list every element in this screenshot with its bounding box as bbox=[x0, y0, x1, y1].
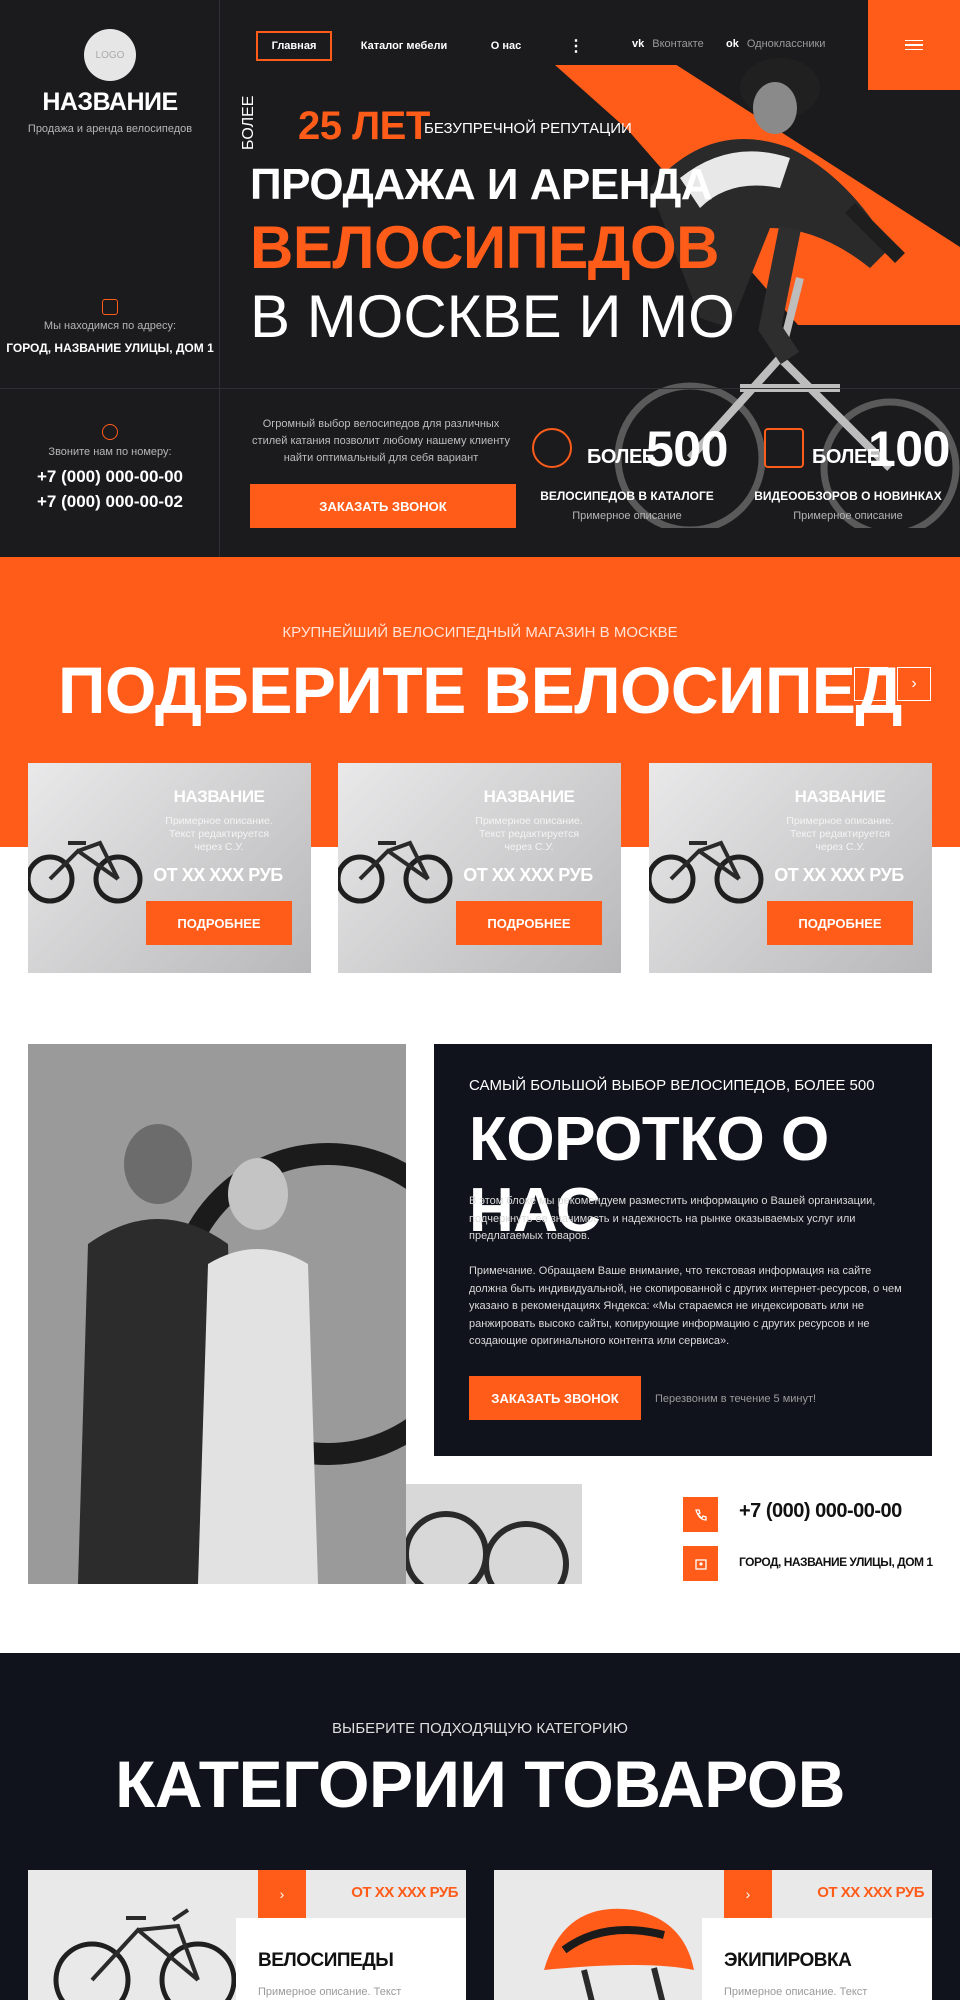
ok-icon: ok bbox=[726, 38, 739, 50]
categories-pretitle: ВЫБЕРИТЕ ПОДХОДЯЩУЮ КАТЕГОРИЮ bbox=[332, 1720, 628, 1737]
stat-pre: БОЛЕЕ bbox=[587, 446, 655, 468]
burger-icon bbox=[905, 40, 923, 50]
about-pretitle: САМЫЙ БОЛЬШОЙ ВЫБОР ВЕЛОСИПЕДОВ, БОЛЕЕ 5… bbox=[469, 1077, 875, 1094]
video-icon bbox=[764, 428, 804, 468]
pick-pretitle: КРУПНЕЙШИЙ ВЕЛОСИПЕДНЫЙ МАГАЗИН В МОСКВЕ bbox=[282, 624, 678, 641]
category-arrow-button[interactable]: › bbox=[724, 1870, 772, 1918]
details-button[interactable]: ПОДРОБНЕЕ bbox=[146, 901, 292, 945]
phone-icon bbox=[102, 424, 118, 440]
hero-section: LOGO НАЗВАНИЕ Продажа и аренда велосипед… bbox=[0, 0, 960, 557]
map-icon bbox=[683, 1546, 718, 1581]
category-card[interactable]: › ОТ ХХ ХХХ РУБ ВЕЛОСИПЕДЫ Примерное опи… bbox=[28, 1870, 466, 2000]
about-paragraph-1: В этом блоке мы рекомендуем разместить и… bbox=[469, 1195, 876, 1242]
bike-card: НАЗВАНИЕ Примерное описание. Текст редак… bbox=[649, 763, 932, 973]
social-vk-label: Вконтакте bbox=[652, 38, 704, 50]
card-title: НАЗВАНИЕ bbox=[483, 787, 575, 806]
helmet-image bbox=[544, 1908, 694, 2000]
stat-title: ВЕЛОСИПЕДОВ В КАТАЛОГЕ bbox=[540, 489, 714, 503]
category-description: Примерное описание. Текст bbox=[258, 1986, 402, 1998]
nav-catalog[interactable]: Каталог мебели bbox=[356, 31, 452, 61]
category-arrow-button[interactable]: › bbox=[258, 1870, 306, 1918]
address-value: ГОРОД, НАЗВАНИЕ УЛИЦЫ, ДОМ 1 bbox=[6, 341, 214, 355]
more-menu-icon[interactable]: ⋮ bbox=[566, 31, 586, 61]
details-button[interactable]: ПОДРОБНЕЕ bbox=[767, 901, 913, 945]
card-description: Примерное описание. Текст редактируется … bbox=[475, 815, 583, 853]
logo[interactable]: LOGO bbox=[84, 29, 136, 81]
card-price: ОТ ХХ ХХХ РУБ bbox=[153, 865, 283, 885]
card-description: Примерное описание. Текст редактируется … bbox=[165, 815, 273, 853]
phone-number-2[interactable]: +7 (000) 000-00-02 bbox=[0, 492, 220, 512]
about-order-call-button[interactable]: ЗАКАЗАТЬ ЗВОНОК bbox=[469, 1376, 641, 1420]
social-ok-link[interactable]: ok Одноклассники bbox=[726, 38, 825, 50]
slider-prev-button[interactable]: ‹ bbox=[854, 667, 888, 701]
menu-button[interactable] bbox=[868, 0, 960, 90]
category-card[interactable]: › ОТ ХХ ХХХ РУБ ЭКИПИРОВКА Примерное опи… bbox=[494, 1870, 932, 2000]
categories-title: КАТЕГОРИИ ТОВАРОВ bbox=[115, 1747, 845, 1821]
card-price: ОТ ХХ ХХХ РУБ bbox=[463, 865, 593, 885]
order-call-button[interactable]: ЗАКАЗАТЬ ЗВОНОК bbox=[250, 484, 516, 528]
about-paragraph-2: Примечание. Обращаем Ваше внимание, что … bbox=[469, 1265, 902, 1347]
bike-card: НАЗВАНИЕ Примерное описание. Текст редак… bbox=[338, 763, 621, 973]
card-title: НАЗВАНИЕ bbox=[794, 787, 886, 806]
stat-description: Примерное описание bbox=[793, 510, 903, 522]
brand-name: НАЗВАНИЕ bbox=[42, 88, 178, 116]
pick-title: ПОДБЕРИТЕ ВЕЛОСИПЕД bbox=[58, 653, 902, 727]
hero-divider bbox=[0, 388, 960, 389]
bike-image bbox=[649, 840, 764, 904]
phone-number-1[interactable]: +7 (000) 000-00-00 bbox=[0, 467, 220, 487]
category-name: ЭКИПИРОВКА bbox=[724, 1950, 852, 1971]
bike-image bbox=[338, 840, 453, 904]
callback-note: Перезвоним в течение 5 минут! bbox=[655, 1393, 817, 1405]
brand-subtitle: Продажа и аренда велосипедов bbox=[27, 123, 193, 135]
category-price: ОТ ХХ ХХХ РУБ bbox=[351, 1884, 458, 1901]
vk-icon: vk bbox=[632, 38, 645, 50]
category-price: ОТ ХХ ХХХ РУБ bbox=[817, 1884, 924, 1901]
hero-title-line3: В МОСКВЕ И МО bbox=[250, 283, 735, 350]
hero-title-line1: ПРОДАЖА И АРЕНДА bbox=[250, 160, 713, 209]
category-name: ВЕЛОСИПЕДЫ bbox=[258, 1950, 394, 1971]
card-price: ОТ ХХ ХХХ РУБ bbox=[774, 865, 904, 885]
hero-since: БОЛЕЕ bbox=[240, 95, 257, 150]
bike-icon bbox=[532, 428, 572, 468]
social-ok-label: Одноклассники bbox=[746, 38, 826, 50]
social-vk-link[interactable]: vk Вконтакте bbox=[632, 38, 704, 50]
details-button[interactable]: ПОДРОБНЕЕ bbox=[456, 901, 602, 945]
hero-description: Огромный выбор велосипедов для различных… bbox=[252, 418, 510, 464]
bike-image bbox=[28, 840, 143, 904]
stat-title: ВИДЕООБЗОРОВ О НОВИНКАХ bbox=[754, 489, 942, 503]
phone-icon bbox=[683, 1497, 718, 1532]
hero-years: 25 ЛЕТ bbox=[298, 104, 430, 148]
stat-description: Примерное описание bbox=[572, 510, 682, 522]
address-label: Мы находимся по адресу: bbox=[43, 320, 177, 332]
phone-label: Звоните нам по номеру: bbox=[48, 446, 172, 458]
card-title: НАЗВАНИЕ bbox=[173, 787, 265, 806]
hero-years-sub: БЕЗУПРЕЧНОЙ РЕПУТАЦИИ bbox=[424, 120, 632, 137]
bikes-photo bbox=[406, 1484, 582, 1584]
bike-card: НАЗВАНИЕ Примерное описание. Текст редак… bbox=[28, 763, 311, 973]
stat-number: 100 bbox=[868, 421, 950, 477]
slider-next-button[interactable]: › bbox=[897, 667, 931, 701]
hero-sidebar: LOGO НАЗВАНИЕ Продажа и аренда велосипед… bbox=[0, 0, 220, 557]
nav-about[interactable]: О нас bbox=[480, 31, 532, 61]
category-description: Примерное описание. Текст bbox=[724, 1986, 868, 1998]
hero-title-line2: ВЕЛОСИПЕДОВ bbox=[250, 214, 719, 281]
contact-phone[interactable]: +7 (000) 000-00-00 bbox=[739, 1500, 902, 1523]
nav-home[interactable]: Главная bbox=[256, 31, 332, 61]
card-description: Примерное описание. Текст редактируется … bbox=[786, 815, 894, 853]
stat-number: 500 bbox=[646, 421, 728, 477]
map-icon bbox=[102, 299, 118, 315]
contact-address: ГОРОД, НАЗВАНИЕ УЛИЦЫ, ДОМ 1 bbox=[739, 1555, 933, 1569]
about-photo bbox=[28, 1044, 406, 1584]
road-bike-image bbox=[53, 1908, 237, 2000]
